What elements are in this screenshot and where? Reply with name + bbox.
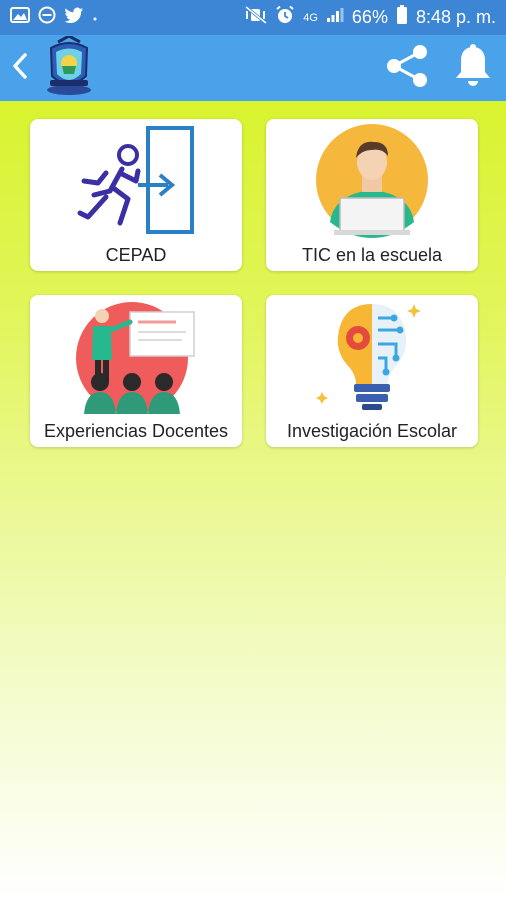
- card-tic-escuela[interactable]: TIC en la escuela: [266, 119, 478, 271]
- status-bar: 4G 66% 8:48 p. m.: [0, 0, 506, 35]
- presentation-icon: [71, 301, 201, 414]
- image-notification-icon: [10, 7, 30, 28]
- network-type: 4G: [303, 11, 318, 24]
- card-label: Investigación Escolar: [286, 421, 458, 441]
- school-crest-logo: [44, 33, 94, 101]
- status-bar-left: [10, 6, 98, 29]
- teacher-laptop-icon: [307, 124, 437, 238]
- twitter-icon: [64, 7, 84, 28]
- status-bar-right: 4G 66% 8:48 p. m.: [245, 5, 496, 30]
- card-investigacion-escolar[interactable]: Investigación Escolar: [266, 295, 478, 447]
- bell-icon: [454, 43, 492, 93]
- notifications-button[interactable]: [454, 43, 492, 93]
- exit-running-icon: [71, 125, 201, 235]
- card-label: Experiencias Docentes: [43, 421, 229, 441]
- lightbulb-circuit-icon: [307, 301, 437, 411]
- share-button[interactable]: [384, 43, 430, 94]
- chevron-left-icon: [10, 51, 30, 86]
- menu-grid: CEPAD TIC en la escuela Experiencias Doc…: [30, 119, 478, 447]
- app-bar-left: [10, 33, 94, 101]
- back-button[interactable]: [10, 51, 30, 86]
- alarm-icon: [275, 5, 295, 30]
- battery-percent: 66%: [351, 7, 388, 27]
- battery-icon: [396, 5, 408, 30]
- card-label: CEPAD: [105, 245, 167, 265]
- mute-vibrate-icon: [245, 5, 268, 29]
- card-cepad[interactable]: CEPAD: [30, 119, 242, 271]
- app-bar-right: [384, 43, 492, 94]
- share-icon: [384, 43, 430, 94]
- notification-dot-icon: [92, 9, 98, 27]
- clock-time: 8:48 p. m.: [415, 7, 496, 27]
- do-not-disturb-icon: [38, 6, 56, 29]
- card-experiencias-docentes[interactable]: Experiencias Docentes: [30, 295, 242, 447]
- app-bar: [0, 33, 506, 101]
- card-label: TIC en la escuela: [301, 245, 443, 265]
- signal-icon: [326, 7, 344, 28]
